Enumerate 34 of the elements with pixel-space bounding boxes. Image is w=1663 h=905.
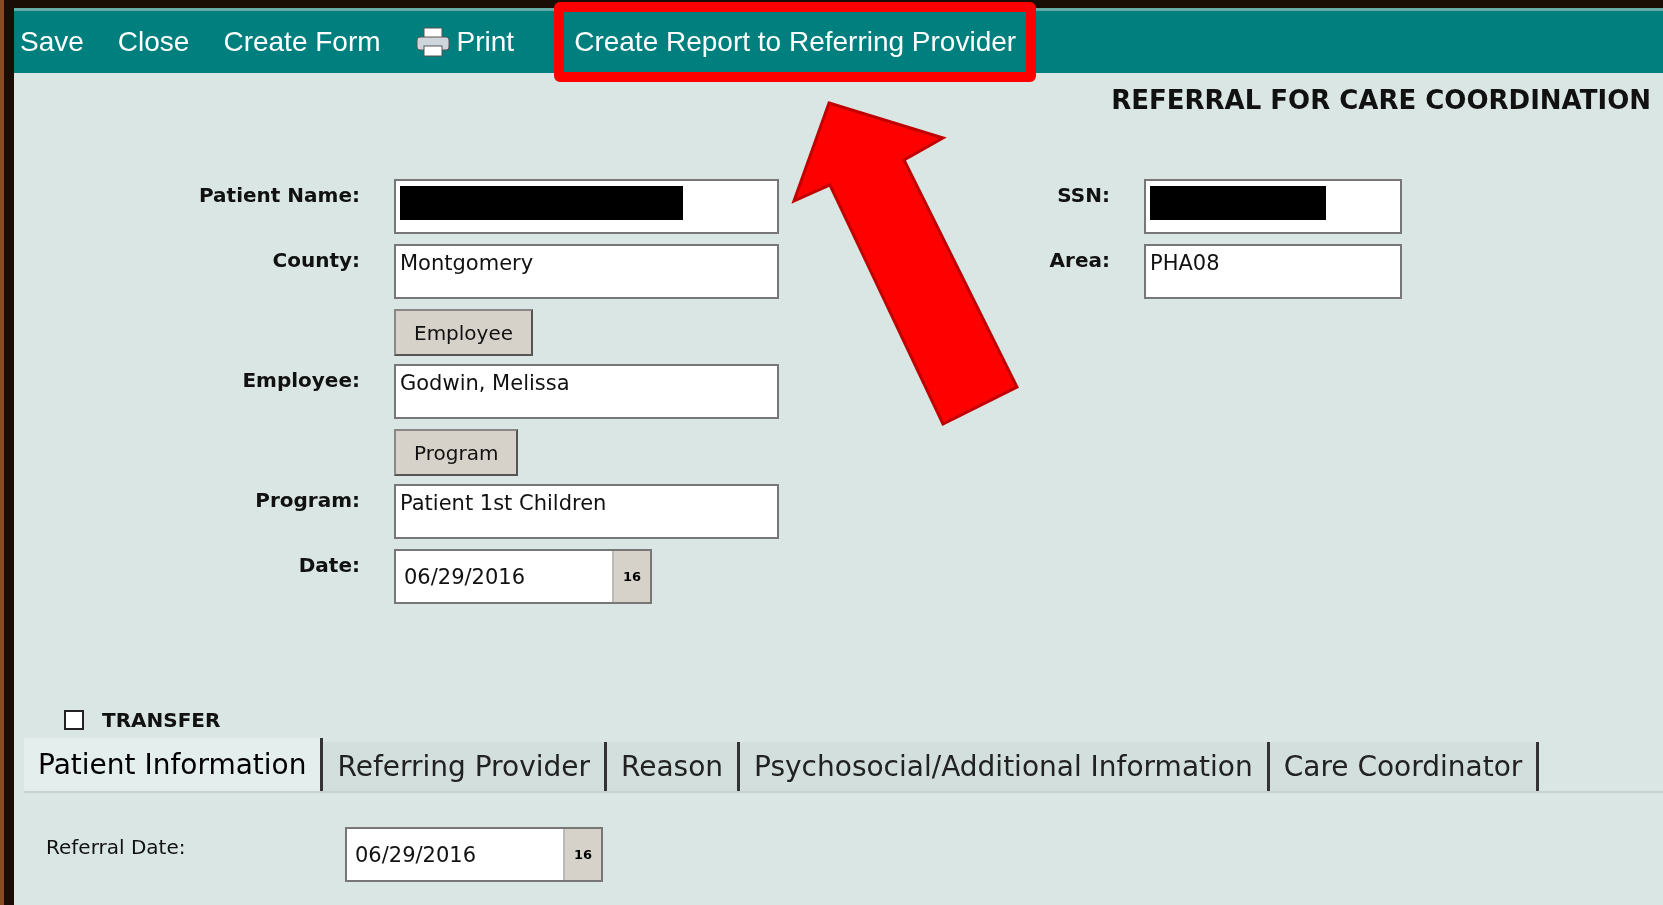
input-field[interactable]: Patient 1st Children — [394, 484, 779, 539]
field-label: Area: — [1049, 248, 1110, 274]
tab[interactable]: Care Coordinator — [1269, 742, 1540, 791]
field-label: County: — [272, 248, 360, 274]
field-label: Employee: — [242, 368, 360, 394]
checkbox[interactable] — [64, 710, 84, 730]
field-label: Program: — [255, 488, 360, 514]
checkbox-label: TRANSFER — [102, 708, 221, 732]
tab[interactable]: Referring Provider — [323, 742, 607, 791]
toolbar-button[interactable]: Print — [410, 24, 519, 60]
field-label: Referral Date: — [46, 835, 187, 859]
date-field[interactable]: 06/29/2016 16 — [345, 827, 603, 882]
employee-button[interactable]: Employee — [394, 309, 534, 356]
field-label: Date: — [298, 553, 360, 579]
toolbar-button[interactable]: Create Form — [219, 24, 385, 60]
toolbar-button[interactable]: Create Report to Referring Provider — [554, 2, 1037, 82]
tab[interactable]: Patient Information — [24, 738, 324, 791]
input-field[interactable] — [394, 179, 779, 234]
toolbar-button[interactable]: Close — [113, 24, 194, 60]
calendar-button[interactable]: 16 — [612, 551, 650, 602]
tab[interactable]: Psychosocial/Additional Information — [740, 742, 1270, 791]
toolbar-button[interactable]: Save — [16, 24, 88, 60]
calendar-button[interactable]: 16 — [563, 829, 601, 880]
printer-icon — [414, 26, 451, 58]
field-label: SSN: — [1057, 183, 1110, 209]
input-field[interactable]: PHA08 — [1144, 244, 1402, 299]
field-label: Patient Name: — [199, 183, 360, 209]
input-field[interactable] — [1144, 179, 1402, 234]
program-button[interactable]: Program — [394, 429, 519, 476]
input-field[interactable]: Godwin, Melissa — [394, 364, 779, 419]
tab[interactable]: Reason — [607, 742, 741, 791]
form-title: REFERRAL FOR CARE COORDINATION — [1111, 85, 1651, 115]
input-field[interactable]: Montgomery — [394, 244, 779, 299]
date-field[interactable]: 06/29/2016 16 — [394, 549, 652, 604]
